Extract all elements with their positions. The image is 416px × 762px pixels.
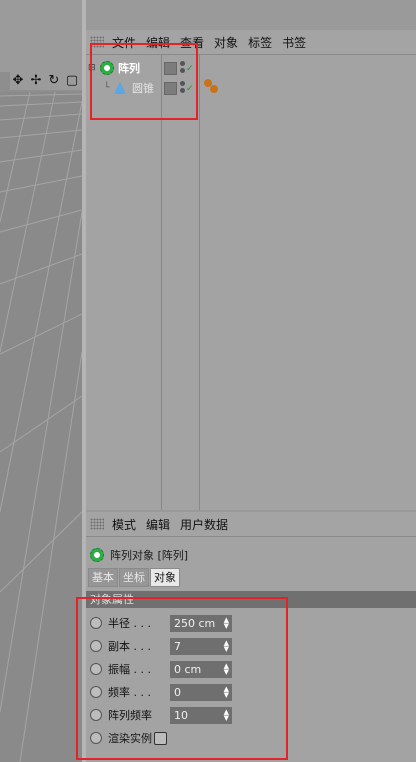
column-divider [161, 55, 162, 510]
viewport-background [0, 0, 82, 72]
menu-mode[interactable]: 模式 [112, 516, 136, 533]
object-list: ⊟ 阵列 ✓ └ 圆锥 ✓ [86, 55, 416, 510]
viewport-toolbar: ✥ ✢ ↻ ▢ [10, 72, 82, 90]
menu-object[interactable]: 对象 [214, 34, 238, 51]
highlight-box-objects [90, 43, 198, 120]
arrows-icon[interactable]: ✢ [28, 73, 44, 89]
object-title: 阵列对象 [阵列] [86, 544, 188, 566]
tag-icon[interactable] [210, 85, 218, 93]
tab-object[interactable]: 对象 [150, 568, 180, 587]
menu-edit[interactable]: 编辑 [146, 516, 170, 533]
highlight-box-properties [76, 597, 288, 760]
move-icon[interactable]: ✥ [10, 73, 26, 89]
array-icon [90, 548, 104, 562]
column-divider [199, 55, 200, 510]
viewport-3d[interactable]: ✥ ✢ ↻ ▢ [0, 0, 82, 762]
menu-bookmarks[interactable]: 书签 [282, 34, 306, 51]
attribute-manager-menubar: 模式 编辑 用户数据 [86, 512, 416, 537]
maximize-icon[interactable]: ▢ [64, 73, 80, 89]
rotate-icon[interactable]: ↻ [46, 73, 62, 89]
floor-grid [0, 92, 82, 762]
tab-coord[interactable]: 坐标 [119, 568, 149, 587]
tab-bar: 基本 坐标 对象 [88, 568, 181, 587]
menu-tags[interactable]: 标签 [248, 34, 272, 51]
object-title-text: 阵列对象 [阵列] [110, 549, 189, 562]
grip-icon[interactable] [90, 518, 104, 530]
menu-user-data[interactable]: 用户数据 [180, 516, 228, 533]
tab-basic[interactable]: 基本 [88, 568, 118, 587]
